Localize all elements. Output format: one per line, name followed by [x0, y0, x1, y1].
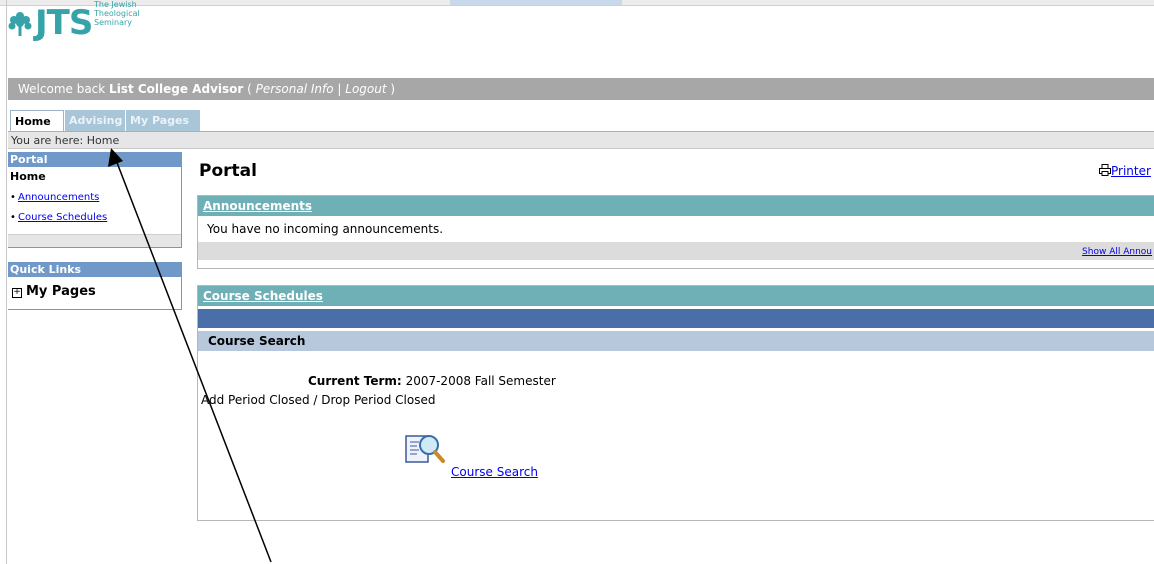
- page-title: Portal: [199, 161, 257, 181]
- sidebar-item-my-pages[interactable]: + My Pages: [8, 277, 181, 309]
- active-browser-tab-strip: [450, 0, 622, 5]
- bullet-icon: •: [10, 192, 16, 203]
- magnifier-document-icon[interactable]: [405, 432, 445, 466]
- show-all-announcements-link[interactable]: Show All Annou: [1082, 247, 1152, 257]
- course-search-header: Course Search: [198, 331, 1154, 351]
- printer-link[interactable]: Printer: [1099, 164, 1151, 178]
- period-status: Add Period Closed / Drop Period Closed: [201, 393, 436, 407]
- bullet-icon: •: [10, 212, 16, 223]
- sidebar-link-list: • Announcements • Course Schedules: [8, 188, 181, 234]
- sidebar-spacer: [8, 234, 181, 247]
- announcements-link[interactable]: Announcements: [18, 192, 99, 203]
- logout-link[interactable]: Logout: [345, 82, 386, 96]
- announcements-footer: Show All Annou: [198, 242, 1154, 260]
- welcome-paren-close: ): [386, 82, 396, 96]
- tab-my-pages[interactable]: My Pages: [126, 110, 200, 131]
- welcome-paren-open: (: [243, 82, 256, 96]
- my-pages-label: My Pages: [26, 284, 96, 299]
- announcements-box: Announcements You have no incoming annou…: [197, 195, 1154, 269]
- announcements-message: You have no incoming announcements.: [207, 222, 444, 236]
- course-schedules-box: Course Schedules Course Search Current T…: [197, 285, 1154, 521]
- sidebar-portal-header: Portal: [8, 152, 181, 167]
- course-schedules-bar: [198, 309, 1154, 328]
- breadcrumb-label: You are here:: [11, 134, 84, 147]
- welcome-bar: Welcome back List College Advisor ( Pers…: [8, 78, 1154, 100]
- sidebar-item-course-schedules: • Course Schedules: [8, 208, 181, 228]
- sidebar-item-home[interactable]: Home: [8, 167, 181, 188]
- current-term-value: 2007-2008 Fall Semester: [405, 374, 556, 388]
- tab-home[interactable]: Home: [10, 110, 64, 132]
- window-left-edge: [6, 0, 7, 564]
- sidebar-portal-section: Portal Home • Announcements • Course Sched…: [8, 152, 182, 248]
- welcome-prefix: Welcome back: [18, 82, 110, 96]
- announcements-header-link[interactable]: Announcements: [203, 199, 312, 213]
- course-schedules-header-link[interactable]: Course Schedules: [203, 289, 323, 303]
- announcements-header: Announcements: [198, 196, 1154, 216]
- tab-advising[interactable]: Advising: [65, 110, 125, 131]
- breadcrumb-current: Home: [86, 134, 120, 147]
- course-schedules-link[interactable]: Course Schedules: [18, 212, 107, 223]
- course-schedules-header: Course Schedules: [198, 286, 1154, 306]
- browser-top-strip: [0, 0, 1154, 6]
- welcome-separator: |: [333, 82, 346, 96]
- personal-info-link[interactable]: Personal Info: [256, 82, 334, 96]
- sidebar: Portal Home • Announcements • Course Sched…: [8, 152, 182, 310]
- tree-logo-icon: [8, 12, 32, 36]
- welcome-user-name: List College Advisor: [109, 82, 244, 96]
- printer-icon: [1099, 164, 1111, 176]
- course-search-link[interactable]: Course Search: [451, 465, 538, 479]
- logo-subtitle: The Jewish Theological Seminary: [94, 0, 140, 27]
- current-term-label: Current Term:: [308, 374, 402, 388]
- current-term: Current Term: 2007-2008 Fall Semester: [308, 374, 556, 388]
- expand-plus-icon[interactable]: +: [12, 288, 22, 298]
- logo-text: JTS: [35, 3, 93, 43]
- sidebar-item-announcements: • Announcements: [8, 188, 181, 208]
- printer-label[interactable]: Printer: [1111, 164, 1151, 178]
- sidebar-quick-links-section: Quick Links + My Pages: [8, 262, 182, 310]
- quick-links-header: Quick Links: [8, 262, 181, 277]
- breadcrumb: You are here: Home: [8, 132, 1154, 149]
